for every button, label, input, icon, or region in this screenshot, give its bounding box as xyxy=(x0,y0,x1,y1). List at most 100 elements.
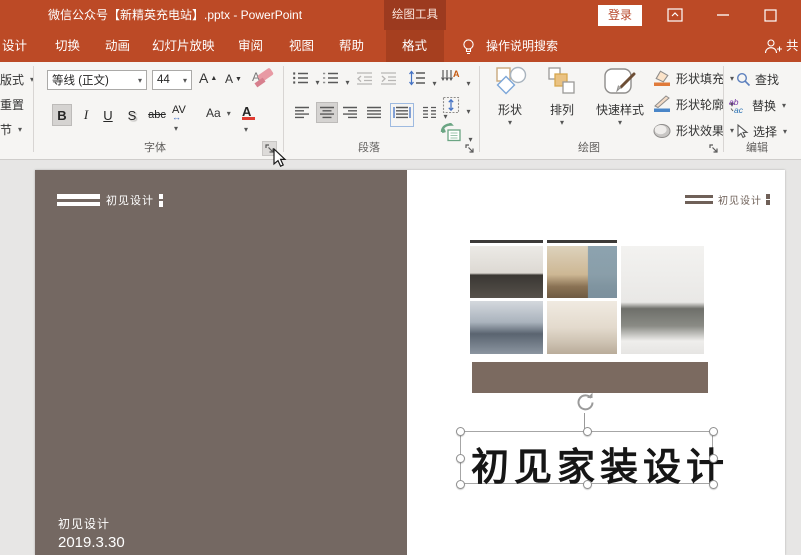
resize-handle-sw[interactable] xyxy=(456,480,465,489)
title-bar: 微信公众号【新精英充电站】.pptx - PowerPoint 绘图工具 登录 xyxy=(0,0,801,30)
rotation-handle-icon[interactable] xyxy=(574,391,596,413)
tab-animations[interactable]: 动画 xyxy=(105,30,130,62)
tab-transitions[interactable]: 切换 xyxy=(55,30,80,62)
ribbon-tab-bar: 设计 切换 动画 幻灯片放映 审阅 视图 帮助 格式 操作说明搜索 共 xyxy=(0,30,801,62)
align-text-icon xyxy=(442,96,460,114)
photo-living-room[interactable] xyxy=(470,246,543,298)
chevron-down-icon: ▾ xyxy=(618,118,622,127)
resize-handle-n[interactable] xyxy=(583,427,592,436)
shape-effects-icon xyxy=(652,121,672,139)
shrink-font-button[interactable]: A▼ xyxy=(225,72,242,86)
font-color-button[interactable]: A xyxy=(242,104,255,135)
character-spacing-button[interactable]: AV ↔ xyxy=(172,104,186,134)
slide-footer-date[interactable]: 2019.3.30 xyxy=(58,534,125,551)
shape-fill-icon xyxy=(652,69,672,87)
reset-button[interactable]: 重置 xyxy=(0,96,24,113)
font-size-combo[interactable]: 44▾ xyxy=(152,70,192,90)
ribbon: 版式 重置 节 等线 (正文)▾ 44▾ A▲ A▼ A B I U S abc… xyxy=(0,62,801,160)
change-case-button[interactable]: Aa xyxy=(206,106,231,120)
grow-font-button[interactable]: A▲ xyxy=(199,70,217,86)
justify-button[interactable] xyxy=(366,106,382,124)
bullets-button[interactable] xyxy=(292,71,319,90)
align-left-button[interactable] xyxy=(294,106,310,124)
section-button[interactable]: 节 xyxy=(0,121,22,138)
select-button[interactable]: 选择 xyxy=(736,123,787,140)
line-spacing-button[interactable] xyxy=(408,70,436,91)
underline-button[interactable]: U xyxy=(98,104,118,126)
shape-outline-button[interactable]: 形状轮廓 xyxy=(652,95,734,113)
paragraph-dialog-launcher[interactable] xyxy=(462,141,477,156)
tab-review[interactable]: 审阅 xyxy=(238,30,263,62)
slide-footer-name[interactable]: 初见设计 xyxy=(58,515,110,532)
group-separator xyxy=(723,66,724,152)
tab-view[interactable]: 视图 xyxy=(289,30,314,62)
tab-format[interactable]: 格式 xyxy=(402,30,427,62)
photo-dining-room[interactable] xyxy=(470,301,543,354)
editing-group-label: 编辑 xyxy=(746,139,768,155)
slide-title-text[interactable]: 初见家装设计 xyxy=(471,436,729,491)
resize-handle-w[interactable] xyxy=(456,454,465,463)
decrease-indent-button[interactable] xyxy=(356,71,373,90)
tab-design[interactable]: 设计 xyxy=(2,30,27,62)
drawing-dialog-launcher[interactable] xyxy=(706,141,721,156)
photo-lounge[interactable] xyxy=(547,301,617,354)
distribute-text-icon xyxy=(393,106,411,119)
resize-handle-ne[interactable] xyxy=(709,427,718,436)
sign-in-button[interactable]: 登录 xyxy=(598,5,642,26)
resize-handle-nw[interactable] xyxy=(456,427,465,436)
align-right-button[interactable] xyxy=(342,106,358,124)
text-direction-button[interactable]: A xyxy=(440,68,470,91)
slide[interactable]: 初见设计 初见设计 2019.3.30 初见设计 xyxy=(35,170,785,555)
resize-handle-e[interactable] xyxy=(709,454,718,463)
distribute-text-button[interactable] xyxy=(390,103,414,127)
shape-outline-icon xyxy=(652,95,672,113)
bold-button[interactable]: B xyxy=(52,104,72,126)
ribbon-display-options-button[interactable] xyxy=(658,0,692,30)
title-text-box[interactable]: 初见家装设计 xyxy=(460,431,713,484)
tab-slideshow[interactable]: 幻灯片放映 xyxy=(152,30,215,62)
increase-indent-button[interactable] xyxy=(380,71,397,90)
italic-button[interactable]: I xyxy=(76,104,96,126)
layout-button[interactable]: 版式 xyxy=(0,71,34,88)
find-button[interactable]: 查找 xyxy=(736,71,779,88)
chevron-down-icon: ▾ xyxy=(560,118,564,127)
chevron-down-icon: ▾ xyxy=(138,76,142,85)
clear-formatting-button[interactable]: A xyxy=(252,68,276,90)
photo-sofa-room[interactable] xyxy=(621,246,704,354)
font-name-combo[interactable]: 等线 (正文)▾ xyxy=(47,70,147,90)
chevron-down-icon: ▾ xyxy=(183,76,187,85)
align-text-button[interactable] xyxy=(442,96,470,119)
slide-left-panel[interactable] xyxy=(35,170,407,555)
text-direction-icon: A xyxy=(440,68,460,86)
accent-bar[interactable] xyxy=(472,362,708,393)
powerpoint-window: 微信公众号【新精英充电站】.pptx - PowerPoint 绘图工具 登录 … xyxy=(0,0,801,555)
document-title: 微信公众号【新精英充电站】.pptx - PowerPoint xyxy=(48,0,302,30)
resize-handle-s[interactable] xyxy=(583,480,592,489)
minimize-icon xyxy=(716,8,730,22)
lightbulb-icon xyxy=(461,38,476,55)
numbering-icon xyxy=(322,71,339,85)
dialog-launcher-icon xyxy=(709,144,718,153)
tab-help[interactable]: 帮助 xyxy=(339,30,364,62)
replace-button[interactable]: ab ac 替换 xyxy=(728,97,786,114)
slide-logo-right[interactable]: 初见设计 xyxy=(685,192,770,207)
text-shadow-button[interactable]: S xyxy=(122,104,142,126)
up-arrow-icon: ▲ xyxy=(210,75,217,82)
shape-fill-button[interactable]: 形状填充 xyxy=(652,69,734,87)
strikethrough-button[interactable]: abc xyxy=(144,104,170,126)
shapes-button[interactable]: 形状 ▾ xyxy=(488,66,532,127)
numbering-button[interactable] xyxy=(322,71,349,90)
slide-logo-left[interactable]: 初见设计 xyxy=(57,192,163,208)
align-center-button[interactable] xyxy=(316,102,338,123)
drawing-group-label: 绘图 xyxy=(578,139,600,155)
share-label[interactable]: 共 xyxy=(786,30,799,62)
arrange-button[interactable]: 排列 ▾ xyxy=(540,66,584,127)
minimize-button[interactable] xyxy=(706,0,740,30)
tell-me-search[interactable]: 操作说明搜索 xyxy=(486,30,558,62)
resize-handle-se[interactable] xyxy=(709,480,718,489)
photo-bedroom[interactable] xyxy=(547,246,617,298)
maximize-button[interactable] xyxy=(753,0,787,30)
quick-styles-button[interactable]: 快速样式 ▾ xyxy=(590,66,650,127)
shape-effects-button[interactable]: 形状效果 xyxy=(652,121,734,139)
slide-editor-canvas: 初见设计 初见设计 2019.3.30 初见设计 xyxy=(0,160,801,555)
